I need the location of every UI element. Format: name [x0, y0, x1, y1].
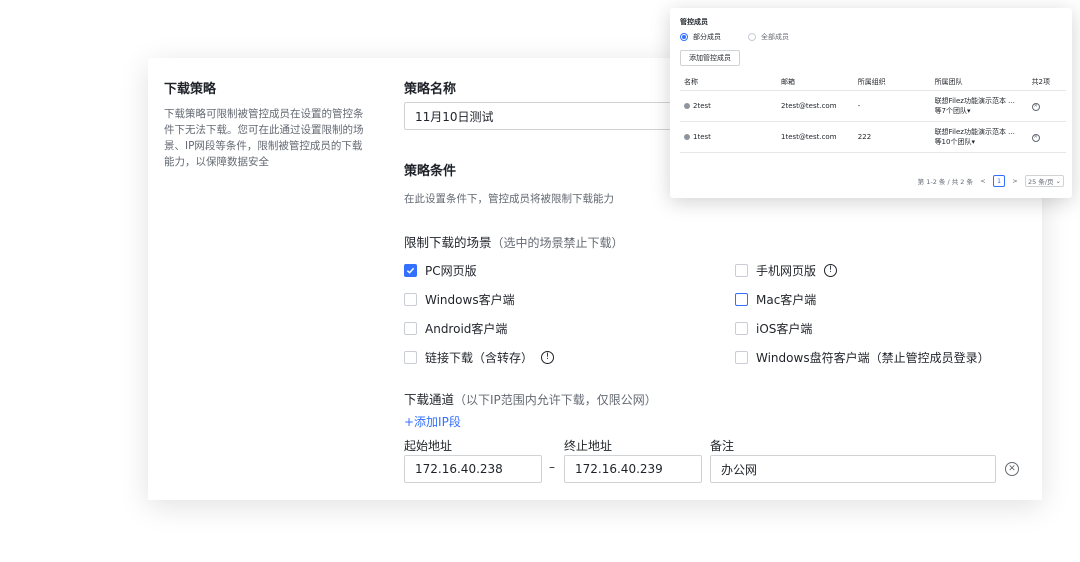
add-member-button[interactable]: 添加管控成员 — [680, 50, 740, 66]
scene-label: 限制下载的场景（选中的场景禁止下载） — [404, 232, 624, 251]
cell-action: ✕ — [1027, 90, 1066, 122]
caret-down-icon[interactable]: ▾ — [971, 138, 975, 146]
option-label: Windows客户端 — [425, 293, 515, 307]
section-description: 下载策略可限制被管控成员在设置的管控条件下无法下载。您可在此通过设置限制的场景、… — [164, 108, 364, 168]
channel-label-text: 下载通道 — [404, 392, 455, 407]
cell-org: - — [853, 90, 931, 122]
page-size-label: 25 条/页 — [1028, 178, 1054, 186]
start-address-label: 起始地址 — [404, 439, 453, 453]
option-label: 手机网页版 — [756, 264, 817, 278]
scene-label-text: 限制下载的场景 — [404, 235, 492, 250]
page-next-button[interactable]: > — [1009, 175, 1021, 187]
channel-label-sub: （以下IP范围内允许下载，仅限公网） — [454, 393, 657, 407]
members-table: 名称 邮箱 所属组织 所属团队 共2项 2test 2test@test.com… — [680, 74, 1066, 153]
info-icon[interactable]: ! — [541, 351, 555, 364]
section-title: 下载策略 — [164, 82, 217, 97]
policy-condition-label: 策略条件 — [404, 164, 457, 179]
checkbox-icon[interactable] — [735, 351, 748, 364]
team-more[interactable]: 等10个团队▾ — [935, 137, 1024, 147]
checkbox-checked-icon[interactable] — [404, 264, 417, 277]
policy-condition-hint: 在此设置条件下，管控成员将被限制下载能力 — [404, 193, 614, 205]
cell-team: 联想Filez功能演示范本 ... 等10个团队▾ — [930, 121, 1028, 153]
cell-email: 1test@test.com — [777, 121, 854, 153]
page-number-button[interactable]: 1 — [993, 175, 1006, 187]
note-input[interactable] — [710, 455, 996, 483]
option-windows-client[interactable]: Windows客户端 — [404, 291, 515, 308]
policy-name-label: 策略名称 — [404, 82, 457, 97]
cell-email: 2test@test.com — [777, 90, 854, 122]
page-size-select[interactable]: 25 条/页 ⌄ — [1025, 175, 1064, 187]
member-name: 2test — [693, 102, 711, 110]
end-address-input[interactable] — [564, 455, 702, 483]
user-icon — [684, 103, 690, 109]
checkbox-icon[interactable] — [404, 351, 417, 364]
col-org: 所属组织 — [853, 74, 931, 91]
checkbox-icon[interactable] — [404, 293, 417, 306]
note-label: 备注 — [710, 439, 735, 453]
checkbox-icon[interactable] — [735, 293, 748, 306]
option-ios-client[interactable]: iOS客户端 — [735, 320, 812, 337]
team-text: 联想Filez功能演示范本 ... — [934, 97, 1015, 105]
cell-name: 1test — [680, 121, 777, 153]
radio-all-members[interactable]: 全部成员 — [748, 32, 789, 42]
remove-member-icon[interactable]: ✕ — [1031, 102, 1040, 111]
radio-icon[interactable] — [748, 33, 756, 41]
checkbox-icon[interactable] — [735, 322, 748, 335]
team-text: 联想Filez功能演示范本 ... — [934, 128, 1015, 136]
option-label: 链接下载（含转存） — [425, 351, 534, 365]
option-label: Mac客户端 — [756, 293, 817, 307]
pagination: 第 1-2 条 / 共 2 条 < 1 > 25 条/页 ⌄ — [918, 175, 1064, 187]
option-android-client[interactable]: Android客户端 — [404, 320, 507, 337]
managed-members-panel: 管控成员 部分成员 全部成员 添加管控成员 名称 邮箱 所属组织 所属团队 共2… — [670, 8, 1072, 198]
option-label: PC网页版 — [425, 264, 477, 278]
team-more[interactable]: 等7个团队▾ — [935, 106, 1024, 116]
team-more-label: 等10个团队 — [934, 138, 972, 146]
cell-name: 2test — [680, 90, 777, 122]
option-mobile-web[interactable]: 手机网页版 ! — [735, 262, 838, 279]
checkbox-icon[interactable] — [404, 322, 417, 335]
panel-title: 管控成员 — [680, 18, 708, 26]
option-pc-web[interactable]: PC网页版 — [404, 262, 477, 279]
check-icon — [406, 267, 415, 274]
page-prev-button[interactable]: < — [977, 175, 989, 187]
checkbox-icon[interactable] — [735, 264, 748, 277]
cell-action: ✕ — [1027, 121, 1066, 153]
table-row: 1test 1test@test.com 222 联想Filez功能演示范本 .… — [680, 121, 1066, 153]
col-email: 邮箱 — [777, 74, 854, 91]
col-total: 共2项 — [1027, 74, 1066, 91]
radio-selected-icon[interactable] — [680, 33, 688, 41]
table-row: 2test 2test@test.com - 联想Filez功能演示范本 ...… — [680, 90, 1066, 122]
col-team: 所属团队 — [930, 74, 1028, 91]
user-icon — [684, 134, 690, 140]
table-header-row: 名称 邮箱 所属组织 所属团队 共2项 — [680, 74, 1066, 91]
radio-label: 部分成员 — [693, 33, 721, 41]
scene-label-sub: （选中的场景禁止下载） — [491, 236, 624, 250]
option-link-download[interactable]: 链接下载（含转存） ! — [404, 349, 555, 366]
info-icon[interactable]: ! — [824, 264, 838, 277]
start-address-input[interactable] — [404, 455, 542, 483]
cell-team: 联想Filez功能演示范本 ... 等7个团队▾ — [930, 90, 1028, 122]
pager-summary: 第 1-2 条 / 共 2 条 — [917, 178, 974, 186]
col-name: 名称 — [680, 74, 777, 91]
chevron-down-icon: ⌄ — [1055, 177, 1061, 185]
option-label: Android客户端 — [425, 322, 508, 336]
remove-ip-range-icon[interactable]: ✕ — [1005, 462, 1019, 476]
policy-name-input[interactable] — [404, 102, 704, 130]
option-label: iOS客户端 — [756, 322, 813, 336]
option-mac-client[interactable]: Mac客户端 — [735, 291, 816, 308]
team-more-label: 等7个团队 — [934, 107, 968, 115]
cell-org: 222 — [853, 121, 931, 153]
range-dash: – — [549, 460, 555, 474]
radio-partial-members[interactable]: 部分成员 — [680, 32, 721, 42]
member-name: 1test — [693, 133, 711, 141]
option-windows-drive-client[interactable]: Windows盘符客户端（禁止管控成员登录） — [735, 349, 990, 366]
remove-member-icon[interactable]: ✕ — [1031, 133, 1040, 142]
option-label: Windows盘符客户端（禁止管控成员登录） — [756, 351, 990, 365]
end-address-label: 终止地址 — [564, 439, 613, 453]
channel-label: 下载通道（以下IP范围内允许下载，仅限公网） — [404, 389, 657, 408]
caret-down-icon[interactable]: ▾ — [967, 107, 971, 115]
radio-label: 全部成员 — [761, 33, 789, 41]
add-ip-link[interactable]: +添加IP段 — [404, 413, 461, 430]
